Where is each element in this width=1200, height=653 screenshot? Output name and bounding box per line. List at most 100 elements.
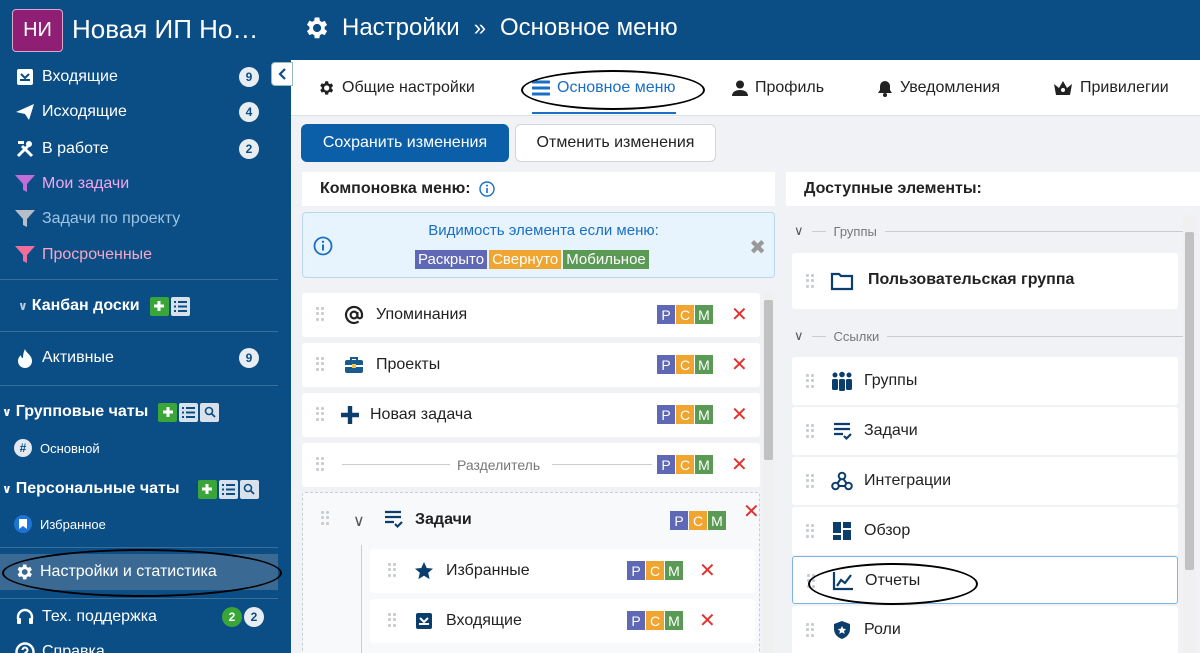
- info-icon[interactable]: [478, 181, 495, 197]
- sidebar-item-inbox[interactable]: Входящие 9: [0, 62, 278, 92]
- chevron-down-icon[interactable]: ∨: [794, 328, 804, 344]
- add-icon[interactable]: [149, 296, 169, 316]
- drag-handle-icon[interactable]: [316, 407, 324, 421]
- delete-icon[interactable]: ✕: [743, 499, 760, 524]
- sidebar-collapse-button[interactable]: [271, 62, 293, 86]
- menu-row-mentions[interactable]: Упоминания РСМ ✕: [302, 293, 760, 337]
- flag-m[interactable]: М: [695, 405, 713, 424]
- breadcrumb-section[interactable]: Настройки: [342, 14, 460, 42]
- flag-p[interactable]: Р: [657, 405, 675, 424]
- sidebar-item-support[interactable]: Тех. поддержка 2 2: [0, 602, 278, 632]
- drag-handle-icon[interactable]: [806, 623, 814, 637]
- close-icon[interactable]: ✖: [749, 235, 766, 260]
- sidebar-item-settings[interactable]: Настройки и статистика: [0, 554, 278, 590]
- menu-row-separator[interactable]: Разделитель РСМ ✕: [302, 443, 760, 487]
- drag-handle-icon[interactable]: [316, 357, 324, 371]
- drag-handle-icon[interactable]: [806, 274, 814, 288]
- flag-c[interactable]: С: [676, 455, 694, 474]
- flag-p[interactable]: Р: [657, 355, 675, 374]
- menu-row-projects[interactable]: Проекты РСМ ✕: [302, 343, 760, 387]
- visibility-flags[interactable]: РСМ: [627, 611, 684, 630]
- delete-icon[interactable]: ✕: [731, 452, 748, 477]
- flag-c[interactable]: С: [676, 305, 694, 324]
- available-item-tasks[interactable]: Задачи: [792, 407, 1178, 455]
- drag-handle-icon[interactable]: [316, 307, 324, 321]
- tab-privileges[interactable]: Привилегии: [1053, 60, 1169, 116]
- flag-m[interactable]: М: [665, 611, 683, 630]
- drag-handle-icon[interactable]: [388, 563, 396, 577]
- delete-icon[interactable]: ✕: [699, 558, 716, 583]
- flag-c[interactable]: С: [676, 405, 694, 424]
- available-item-groups[interactable]: Группы: [792, 357, 1178, 405]
- drag-handle-icon[interactable]: [316, 457, 324, 471]
- sidebar-item-in-progress[interactable]: В работе 2: [0, 134, 278, 164]
- flag-p[interactable]: Р: [657, 305, 675, 324]
- delete-icon[interactable]: ✕: [699, 608, 716, 633]
- flag-p[interactable]: Р: [670, 511, 688, 530]
- tab-notifications[interactable]: Уведомления: [877, 60, 1000, 116]
- tab-main-menu[interactable]: Основное меню: [532, 60, 676, 116]
- tab-general-settings[interactable]: Общие настройки: [317, 60, 475, 116]
- chat-favorites[interactable]: Избранное: [0, 511, 278, 537]
- visibility-flags[interactable]: РСМ: [657, 355, 714, 374]
- menu-layout-scrollbar-thumb[interactable]: [764, 300, 773, 460]
- available-item-reports[interactable]: Отчеты: [792, 556, 1178, 604]
- workspace-badge[interactable]: НИ: [12, 9, 63, 52]
- flag-p[interactable]: Р: [627, 561, 645, 580]
- available-item-roles[interactable]: Роли: [792, 606, 1178, 653]
- sidebar-section-personal-chats[interactable]: ∨ Персональные чаты: [0, 474, 278, 504]
- sidebar-item-active-boards[interactable]: Активные 9: [0, 343, 278, 373]
- flag-m[interactable]: М: [695, 305, 713, 324]
- sidebar-section-kanban[interactable]: ∨ Канбан доски: [0, 291, 278, 321]
- menu-row-inbox[interactable]: Входящие РСМ ✕: [370, 599, 755, 643]
- flag-m[interactable]: М: [695, 355, 713, 374]
- chat-channel-main[interactable]: # Основной: [0, 435, 278, 461]
- sidebar-section-group-chats[interactable]: ∨ Групповые чаты: [0, 397, 278, 427]
- flag-p[interactable]: Р: [657, 455, 675, 474]
- drag-handle-icon[interactable]: [321, 511, 329, 525]
- visibility-flags[interactable]: РСМ: [657, 405, 714, 424]
- sidebar-item-project-tasks[interactable]: Задачи по проекту: [0, 204, 278, 234]
- visibility-flags[interactable]: РСМ: [670, 511, 727, 530]
- chevron-down-icon[interactable]: ∨: [353, 511, 365, 531]
- list-icon[interactable]: [218, 479, 238, 499]
- cancel-changes-button[interactable]: Отменить изменения: [515, 124, 716, 162]
- chevron-down-icon[interactable]: ∨: [794, 223, 804, 239]
- drag-handle-icon[interactable]: [388, 613, 396, 627]
- list-icon[interactable]: [179, 402, 199, 422]
- delete-icon[interactable]: ✕: [731, 302, 748, 327]
- flag-m[interactable]: М: [665, 561, 683, 580]
- drag-handle-icon[interactable]: [806, 524, 814, 538]
- sidebar-item-outbox[interactable]: Исходящие 4: [0, 97, 278, 127]
- delete-icon[interactable]: ✕: [731, 402, 748, 427]
- available-items-scrollbar-thumb[interactable]: [1185, 232, 1194, 570]
- drag-handle-icon[interactable]: [807, 574, 815, 588]
- sidebar-item-my-tasks[interactable]: Мои задачи: [0, 169, 278, 199]
- flag-c[interactable]: С: [646, 561, 664, 580]
- available-item-custom-group[interactable]: Пользовательская группа: [792, 253, 1178, 309]
- flag-m[interactable]: М: [708, 511, 726, 530]
- search-icon[interactable]: [200, 402, 220, 422]
- sidebar-item-help[interactable]: Справка: [0, 637, 278, 653]
- sidebar-item-overdue[interactable]: Просроченные: [0, 240, 278, 270]
- available-group-links[interactable]: ∨ Ссылки: [790, 326, 1190, 346]
- search-icon[interactable]: [239, 479, 259, 499]
- available-group-groups[interactable]: ∨ Группы: [790, 221, 1190, 241]
- visibility-flags[interactable]: РСМ: [657, 455, 714, 474]
- flag-c[interactable]: С: [689, 511, 707, 530]
- available-item-overview[interactable]: Обзор: [792, 507, 1178, 555]
- list-icon[interactable]: [170, 296, 190, 316]
- flag-c[interactable]: С: [676, 355, 694, 374]
- delete-icon[interactable]: ✕: [731, 352, 748, 377]
- available-item-integrations[interactable]: Интеграции: [792, 457, 1178, 505]
- visibility-flags[interactable]: РСМ: [627, 561, 684, 580]
- workspace-name[interactable]: Новая ИП Но…: [72, 14, 258, 45]
- menu-row-new-task[interactable]: Новая задача РСМ ✕: [302, 393, 760, 437]
- save-changes-button[interactable]: Сохранить изменения: [301, 124, 509, 162]
- drag-handle-icon[interactable]: [806, 474, 814, 488]
- menu-row-favorites[interactable]: Избранные РСМ ✕: [370, 549, 755, 593]
- drag-handle-icon[interactable]: [806, 374, 814, 388]
- visibility-flags[interactable]: РСМ: [657, 305, 714, 324]
- tab-profile[interactable]: Профиль: [732, 60, 824, 116]
- drag-handle-icon[interactable]: [806, 424, 814, 438]
